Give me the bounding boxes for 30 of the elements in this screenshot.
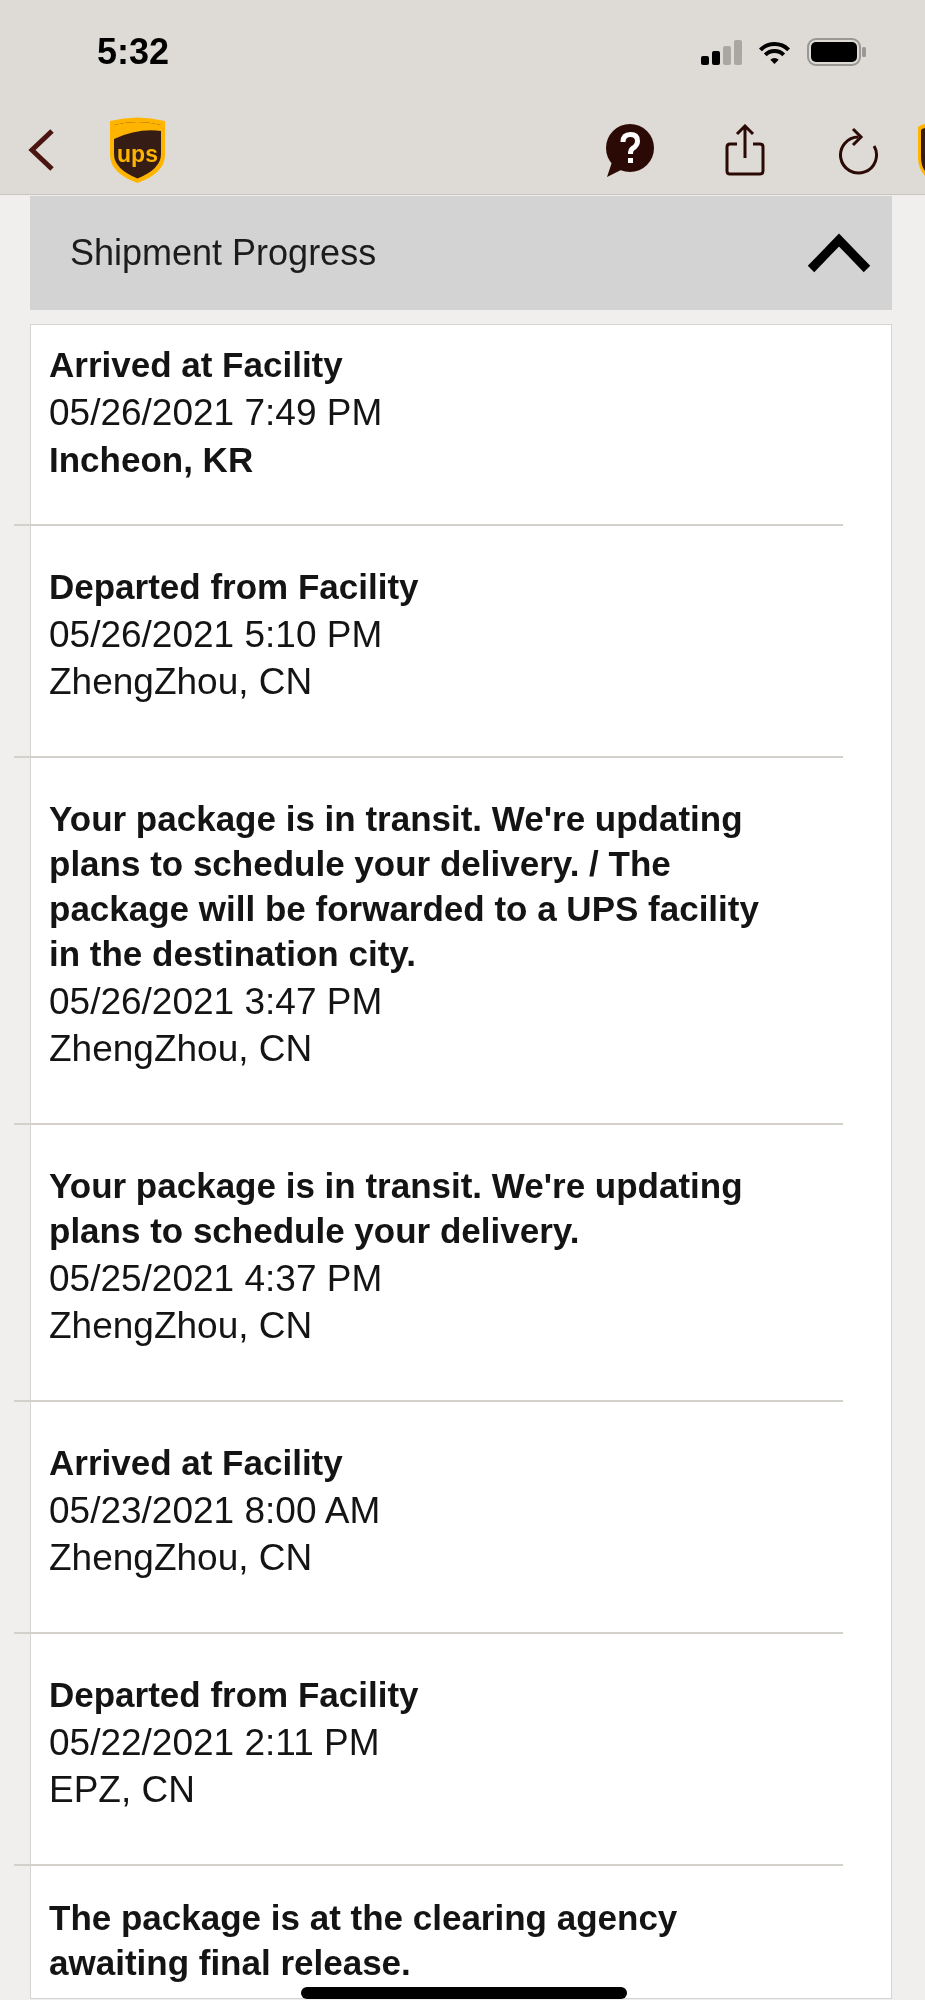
status-time: 5:32 [97,34,170,70]
shield-icon[interactable] [917,121,925,178]
event-date: 05/22/2021 2:11 PM [49,1720,381,1765]
event-location: ZhengZhou, CN [49,1536,314,1580]
event-date: 05/26/2021 3:47 PM [49,979,384,1024]
event-status: Your package is in transit. We're updating plans to schedule your delivery. [49,1165,744,1252]
back-button[interactable] [27,126,56,173]
event-date: 05/23/2021 8:00 AM [49,1488,382,1533]
event-location: EPZ, CN [49,1768,196,1812]
event-status: Arrived at Facility [49,1442,344,1484]
logo: ups [108,115,167,184]
event-status: Departed from Facility [49,1674,420,1716]
event-date: 05/25/2021 4:37 PM [49,1256,384,1301]
event-location: ZhengZhou, CN [49,660,314,704]
share-button[interactable] [724,123,766,176]
event-status: The package is at the clearing agency awaiting final release. [49,1897,679,1984]
accordion-header[interactable]: Shipment Progress [30,196,892,310]
share-icon [724,123,766,176]
back-icon [27,126,56,173]
event-status: Your package is in transit. We're updating plans to schedule your delivery. / The package will be forwarded to a UPS facility in the destination city. [49,798,760,975]
event-date: 05/26/2021 7:49 PM [49,390,384,435]
event-date: 05/26/2021 5:10 PM [49,612,384,657]
event-location: ZhengZhou, CN [49,1027,314,1071]
wifi-icon [757,39,792,65]
event-status: Arrived at Facility [49,344,344,386]
battery-icon [807,38,866,66]
event-status: Departed from Facility [49,566,420,608]
signal-icon [701,39,742,65]
event-location: ZhengZhou, CN [49,1304,314,1348]
event-location: Incheon, KR [49,439,255,481]
